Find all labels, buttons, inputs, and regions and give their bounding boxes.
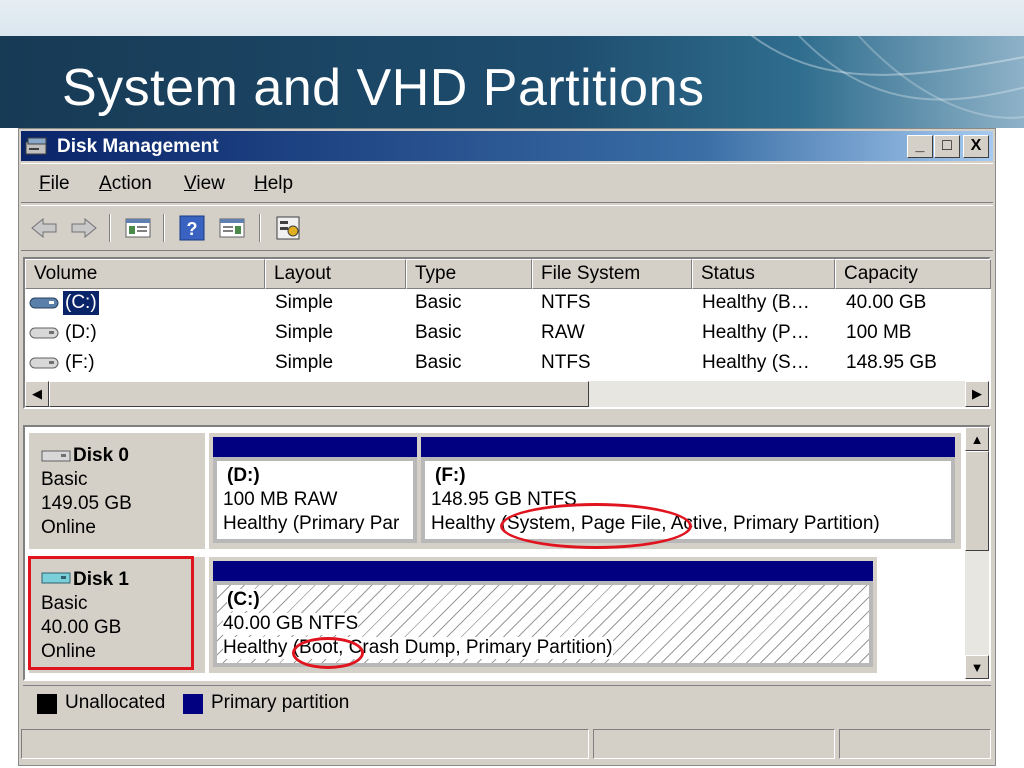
type-cell: Basic	[415, 352, 462, 373]
volume-list[interactable]: Volume Layout Type File System Status Ca…	[23, 257, 991, 409]
menu-file-label: ile	[50, 173, 70, 194]
partition-size: 100 MB RAW	[223, 489, 338, 510]
vertical-scroll-thumb[interactable]	[965, 451, 989, 551]
partition-label: (D:)	[227, 465, 260, 486]
menu-file-accel: F	[39, 173, 51, 194]
toolbar: ?	[21, 205, 993, 251]
layout-cell: Simple	[275, 352, 334, 373]
menu-help-label: elp	[267, 173, 294, 194]
capacity-cell: 40.00 GB	[846, 292, 927, 313]
capacity-cell: 100 MB	[846, 322, 912, 343]
slide-title: System and VHD Partitions	[62, 59, 705, 117]
disk-0-header[interactable]: Disk 0 Basic 149.05 GB Online	[29, 433, 205, 549]
partition-size: 40.00 GB NTFS	[223, 613, 359, 635]
legend-swatch-primary	[183, 694, 203, 714]
menu-view-label: iew	[196, 173, 225, 194]
scroll-right-button[interactable]: ▶	[965, 381, 989, 407]
column-header-capacity[interactable]: Capacity	[835, 259, 991, 289]
column-header-volume[interactable]: Volume	[25, 259, 265, 289]
column-header-status[interactable]: Status	[692, 259, 835, 289]
back-arrow-icon[interactable]	[29, 214, 59, 242]
minimize-button[interactable]: _	[907, 135, 933, 158]
drive-icon	[29, 357, 59, 369]
slide-top-band	[0, 0, 1024, 36]
partition-status: Healthy (Primary Par	[223, 513, 400, 534]
column-header-layout[interactable]: Layout	[265, 259, 406, 289]
menu-action-accel: A	[99, 173, 112, 194]
partition-label: (F:)	[435, 465, 466, 486]
partition-label: (C:)	[227, 589, 260, 611]
disk-name: Disk 0	[73, 445, 129, 466]
toolbar-separator	[259, 214, 261, 242]
drive-icon	[29, 327, 59, 339]
disk-type: Basic	[41, 469, 88, 490]
menu-view[interactable]: View	[184, 173, 225, 195]
disk-state: Online	[41, 517, 96, 538]
banner-swoosh-decoration	[750, 36, 1024, 119]
menu-help-accel: H	[254, 173, 268, 194]
maximize-button[interactable]: □	[934, 135, 960, 158]
volume-cell: (D:)	[65, 322, 97, 343]
horizontal-scrollbar[interactable]: ◀ ▶	[25, 381, 989, 407]
disk-size: 149.05 GB	[41, 493, 132, 514]
disk-management-window: Disk Management _ □ X File Action View H…	[18, 128, 996, 766]
scroll-up-button[interactable]: ▲	[965, 427, 989, 451]
scroll-down-button[interactable]: ▼	[965, 655, 989, 679]
window-title-bar[interactable]: Disk Management _ □ X	[21, 131, 993, 161]
status-cell: Healthy (P…	[702, 322, 810, 343]
close-button[interactable]: X	[963, 135, 989, 158]
menu-help[interactable]: Help	[254, 173, 293, 195]
scroll-left-button[interactable]: ◀	[25, 381, 49, 407]
annotation-ellipse-boot	[292, 637, 364, 669]
toolbar-separator	[109, 214, 111, 242]
fs-cell: NTFS	[541, 292, 591, 313]
status-cell: Healthy (S…	[702, 352, 810, 373]
forward-arrow-icon[interactable]	[69, 214, 99, 242]
type-cell: Basic	[415, 292, 462, 313]
vertical-scrollbar[interactable]: ▲ ▼	[965, 427, 989, 679]
svg-text:?: ?	[187, 219, 198, 239]
action-pane-icon[interactable]	[217, 214, 247, 242]
menu-action-label: ction	[111, 173, 152, 194]
horizontal-scroll-thumb[interactable]	[49, 381, 589, 407]
partition-bar	[421, 437, 955, 457]
partition-bar	[213, 561, 873, 581]
help-icon[interactable]: ?	[177, 214, 207, 242]
column-header-file-system[interactable]: File System	[532, 259, 692, 289]
properties-icon[interactable]	[273, 214, 303, 242]
menu-action[interactable]: Action	[99, 173, 152, 195]
annotation-rect-disk-1	[28, 556, 194, 670]
window-title: Disk Management	[57, 136, 219, 157]
menu-view-accel: V	[184, 173, 197, 194]
disk-icon	[41, 450, 71, 462]
legend-label-unallocated: Unallocated	[65, 692, 166, 713]
partition-d[interactable]: (D:) 100 MB RAW Healthy (Primary Par	[213, 457, 417, 543]
status-bar	[21, 727, 993, 761]
layout-cell: Simple	[275, 292, 334, 313]
status-panel	[593, 729, 835, 759]
legend-swatch-unallocated	[37, 694, 57, 714]
menu-bar: File Action View Help	[21, 163, 993, 203]
status-panel	[21, 729, 589, 759]
status-panel	[839, 729, 991, 759]
drive-icon	[29, 297, 59, 309]
partition-status: Healthy (Boot, Crash Dump, Primary Parti…	[223, 637, 613, 659]
volume-cell: (C:)	[62, 290, 100, 316]
legend: Unallocated Primary partition	[23, 685, 991, 719]
console-tree-icon[interactable]	[123, 214, 153, 242]
fs-cell: RAW	[541, 322, 585, 343]
annotation-ellipse-system	[500, 503, 692, 549]
partition-bar	[213, 437, 417, 457]
volume-cell: (F:)	[65, 352, 95, 373]
fs-cell: NTFS	[541, 352, 591, 373]
menu-file[interactable]: File	[39, 173, 70, 195]
toolbar-separator	[163, 214, 165, 242]
legend-label-primary: Primary partition	[211, 692, 350, 713]
status-cell: Healthy (B…	[702, 292, 810, 313]
type-cell: Basic	[415, 322, 462, 343]
disk-management-icon	[25, 137, 47, 155]
column-header-type[interactable]: Type	[406, 259, 532, 289]
capacity-cell: 148.95 GB	[846, 352, 937, 373]
layout-cell: Simple	[275, 322, 334, 343]
